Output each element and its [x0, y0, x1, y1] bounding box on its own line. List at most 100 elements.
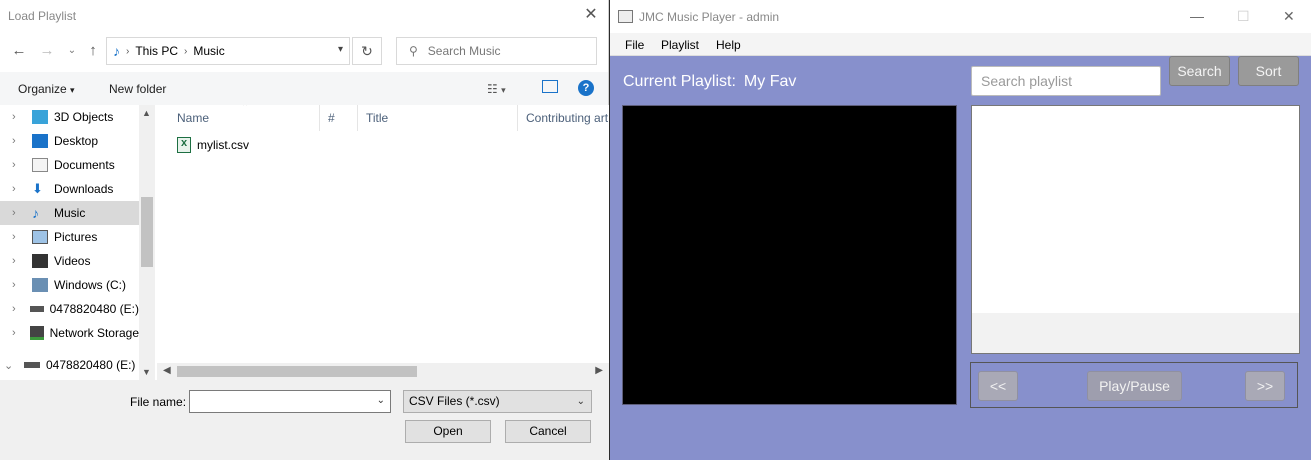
forward-arrow-icon[interactable]: →	[38, 42, 56, 60]
usb-drive-icon	[29, 306, 44, 312]
view-options-icon[interactable]: ☷ ▾	[487, 82, 506, 96]
chevron-right-icon[interactable]: ›	[12, 303, 26, 315]
usb-drive-icon	[24, 362, 40, 368]
current-playlist-heading: Current Playlist: My Fav	[623, 73, 796, 91]
playlist-search-input[interactable]: Search playlist	[971, 66, 1161, 96]
sort-button[interactable]: Sort	[1238, 56, 1299, 86]
previous-button[interactable]: <<	[978, 371, 1018, 401]
tree-item-label: Desktop	[54, 134, 99, 148]
file-name-input[interactable]: ⌄	[189, 390, 391, 413]
refresh-button[interactable]: ↻	[352, 37, 382, 65]
new-folder-button[interactable]: New folder	[109, 82, 166, 96]
music-note-icon: ♪	[113, 43, 120, 59]
scroll-up-icon[interactable]: ▲	[142, 108, 151, 118]
pictures-icon	[32, 230, 48, 244]
open-button[interactable]: Open	[405, 420, 491, 443]
documents-icon	[32, 158, 48, 172]
tree-item[interactable]: › 0478820480 (E:)	[0, 297, 139, 321]
chevron-right-icon[interactable]: ›	[12, 183, 28, 195]
address-bar[interactable]: ♪ › This PC › Music ▾	[106, 37, 350, 65]
search-button[interactable]: Search	[1169, 56, 1230, 86]
tree-item[interactable]: › ♪ Music	[0, 201, 139, 225]
tree-item-label: Downloads	[54, 182, 114, 196]
tree-item[interactable]: › Videos	[0, 249, 139, 273]
scrollbar-thumb[interactable]	[141, 197, 153, 267]
close-icon[interactable]: ✕	[1283, 8, 1295, 25]
column-name[interactable]: Name	[169, 105, 320, 131]
breadcrumb-separator-icon: ›	[126, 45, 130, 57]
close-icon[interactable]: ✕	[582, 6, 600, 24]
address-row: ← → ⌄ ↑ ♪ › This PC › Music ▾ ↻ ⚲ Search…	[0, 37, 608, 67]
tree-item-label: 3D Objects	[54, 110, 114, 124]
breadcrumb-music[interactable]: Music	[193, 44, 224, 58]
column-title[interactable]: Title	[358, 105, 518, 131]
player-body: Current Playlist: My Fav Search playlist …	[610, 56, 1311, 460]
player-title: JMC Music Player - admin	[639, 9, 780, 24]
recent-locations-chevron-icon[interactable]: ⌄	[63, 42, 81, 60]
playlist-list-footer	[972, 313, 1299, 353]
menu-file[interactable]: File	[625, 38, 644, 52]
music-icon: ♪	[32, 205, 39, 221]
scroll-left-icon[interactable]: ◀	[163, 365, 171, 376]
minimize-icon[interactable]: —	[1190, 8, 1204, 24]
tree-item-label: 0478820480 (E:)	[46, 358, 136, 372]
breadcrumb-this-pc[interactable]: This PC	[135, 44, 178, 58]
tree-item[interactable]: › Windows (C:)	[0, 273, 139, 297]
chevron-right-icon[interactable]: ›	[12, 159, 28, 171]
music-player-window: JMC Music Player - admin — ☐ ✕ File Play…	[610, 0, 1311, 460]
preview-pane-icon[interactable]	[542, 80, 558, 93]
tree-item-label: Pictures	[54, 230, 98, 244]
excel-file-icon	[177, 137, 191, 153]
chevron-right-icon[interactable]: ›	[12, 255, 28, 267]
chevron-right-icon[interactable]: ›	[12, 207, 28, 219]
help-icon[interactable]: ?	[578, 80, 594, 96]
maximize-icon[interactable]: ☐	[1237, 8, 1250, 25]
tree-item-label: 0478820480 (E:)	[49, 302, 139, 316]
tree-item[interactable]: ⌄ 0478820480 (E:)	[0, 353, 139, 377]
chevron-right-icon[interactable]: ›	[12, 111, 28, 123]
playback-controls: << Play/Pause >>	[970, 362, 1298, 408]
file-list-scrollbar[interactable]: ◀ ▶	[157, 363, 609, 380]
search-icon: ⚲	[409, 44, 418, 58]
file-name-label: File name:	[130, 395, 187, 409]
downloads-icon: ⬇	[32, 181, 43, 196]
column-contributing-artists[interactable]: Contributing art	[518, 105, 609, 131]
organize-button[interactable]: Organize ▾	[18, 82, 75, 96]
menu-playlist[interactable]: Playlist	[661, 38, 699, 52]
chevron-right-icon[interactable]: ›	[12, 135, 28, 147]
chevron-right-icon[interactable]: ›	[12, 327, 26, 339]
back-arrow-icon[interactable]: ←	[10, 42, 28, 60]
current-playlist-name: My Fav	[743, 73, 797, 90]
up-arrow-icon[interactable]: ↑	[84, 42, 102, 60]
search-music-input[interactable]: ⚲ Search Music	[396, 37, 597, 65]
tree-item[interactable]: › Documents	[0, 153, 139, 177]
tree-item[interactable]: › ⬇ Downloads	[0, 177, 139, 201]
column-number[interactable]: #	[320, 105, 358, 131]
tree-scrollbar[interactable]: ▲ ▼	[139, 105, 155, 380]
chevron-down-icon[interactable]: ▾	[338, 44, 343, 55]
dialog-toolbar: Organize ▾ New folder ☷ ▾ ?	[0, 72, 608, 105]
chevron-down-icon[interactable]: ⌄	[4, 359, 20, 372]
tree-item[interactable]: › 3D Objects	[0, 105, 139, 129]
chevron-down-icon[interactable]: ⌄	[577, 391, 585, 412]
scroll-right-icon[interactable]: ▶	[595, 365, 603, 376]
scroll-down-icon[interactable]: ▼	[142, 367, 151, 377]
menu-help[interactable]: Help	[716, 38, 741, 52]
chevron-right-icon[interactable]: ›	[12, 279, 28, 291]
cancel-button[interactable]: Cancel	[505, 420, 591, 443]
file-item[interactable]: mylist.csv	[177, 137, 249, 153]
scrollbar-thumb[interactable]	[177, 366, 417, 377]
breadcrumb-separator-icon: ›	[184, 45, 188, 57]
tree-item[interactable]: › Network Storage	[0, 321, 139, 345]
chevron-down-icon[interactable]: ⌄	[377, 395, 385, 406]
file-type-value: CSV Files (*.csv)	[409, 394, 500, 408]
next-button[interactable]: >>	[1245, 371, 1285, 401]
tree-item-label: Videos	[54, 254, 91, 268]
tree-item[interactable]: › Desktop	[0, 129, 139, 153]
play-pause-button[interactable]: Play/Pause	[1087, 371, 1182, 401]
playlist-list[interactable]	[971, 105, 1300, 354]
player-title-bar: JMC Music Player - admin — ☐ ✕	[610, 0, 1311, 33]
file-type-select[interactable]: CSV Files (*.csv) ⌄	[403, 390, 592, 413]
tree-item[interactable]: › Pictures	[0, 225, 139, 249]
chevron-right-icon[interactable]: ›	[12, 231, 28, 243]
